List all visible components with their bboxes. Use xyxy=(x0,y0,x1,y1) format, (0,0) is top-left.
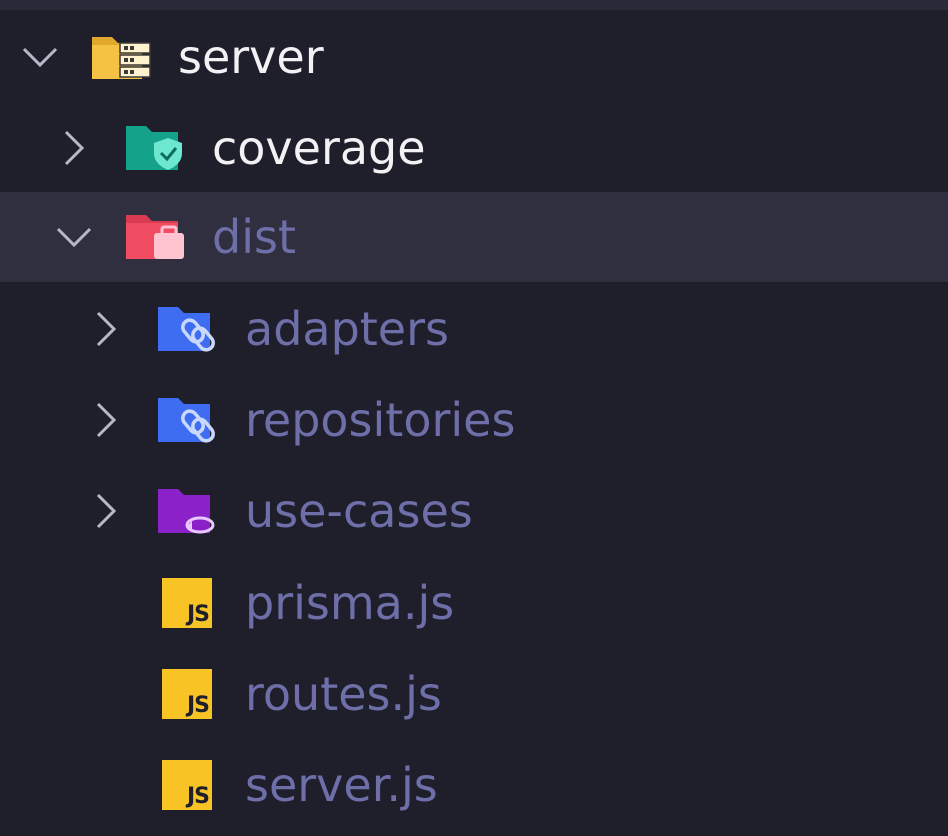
file-explorer-tree: server coverage dist adapters repositori… xyxy=(0,0,948,836)
tree-item-coverage[interactable]: coverage xyxy=(0,103,948,193)
chevron-right-icon[interactable] xyxy=(86,491,126,531)
chevron-right-icon[interactable] xyxy=(86,309,126,349)
tree-item-use-cases[interactable]: use-cases xyxy=(0,466,948,556)
tree-item-server-js[interactable]: JS server.js xyxy=(0,740,948,830)
tree-item-label: server xyxy=(178,30,324,84)
js-file-icon: JS xyxy=(156,757,218,813)
chevron-right-icon[interactable] xyxy=(54,128,94,168)
link-folder-icon xyxy=(156,301,218,357)
tree-item-dist[interactable]: dist xyxy=(0,192,948,282)
chevron-down-icon[interactable] xyxy=(54,217,94,257)
coverage-folder-icon xyxy=(124,120,186,176)
tree-item-server[interactable]: server xyxy=(0,12,948,102)
tree-item-adapters[interactable]: adapters xyxy=(0,284,948,374)
chevron-right-icon[interactable] xyxy=(86,400,126,440)
dist-folder-open-icon xyxy=(124,209,186,265)
tree-item-label: coverage xyxy=(212,121,426,175)
js-file-icon: JS xyxy=(156,666,218,722)
tree-item-label: server.js xyxy=(245,758,438,812)
chevron-down-icon[interactable] xyxy=(20,37,60,77)
cycle-folder-icon xyxy=(156,483,218,539)
link-folder-icon xyxy=(156,392,218,448)
tree-item-routes-js[interactable]: JS routes.js xyxy=(0,649,948,739)
tree-item-label: adapters xyxy=(245,302,449,356)
tree-item-label: dist xyxy=(212,210,296,264)
tree-item-label: use-cases xyxy=(245,484,473,538)
server-folder-open-icon xyxy=(90,29,152,85)
tree-item-repositories[interactable]: repositories xyxy=(0,375,948,465)
tree-item-prisma-js[interactable]: JS prisma.js xyxy=(0,558,948,648)
tree-item-label: prisma.js xyxy=(245,576,455,630)
js-file-icon: JS xyxy=(156,575,218,631)
tree-item-label: routes.js xyxy=(245,667,442,721)
tree-item-label: repositories xyxy=(245,393,516,447)
header-divider xyxy=(0,0,948,10)
